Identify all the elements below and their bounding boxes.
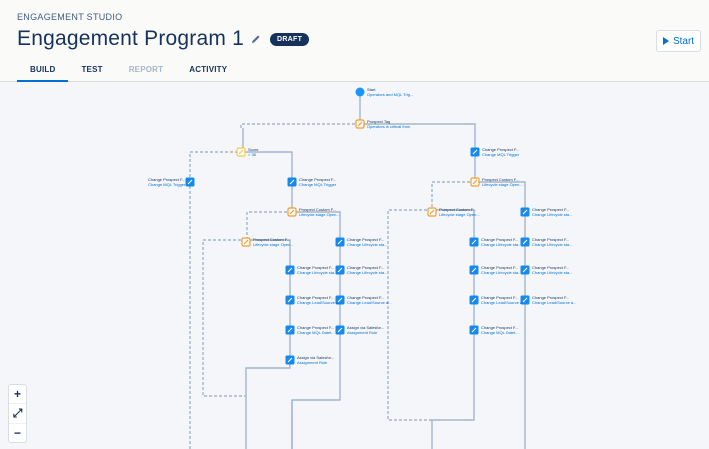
flow-node-subtitle: Lifecycle stage Open... [299, 212, 340, 217]
flow-node-subtitle: Change Lifecycle sta... [532, 212, 573, 217]
flow-node-label[interactable]: Change Prospect F... Change Lead/Source a… [297, 295, 341, 305]
flow-node-subtitle: > 38 [248, 152, 256, 157]
flow-node-subtitle: Change Lifecycle sta... [347, 242, 388, 247]
flow-node-label[interactable]: Change Prospect F... Change Lead/Source a… [347, 295, 391, 305]
tab-build[interactable]: BUILD [17, 62, 69, 82]
flow-node-subtitle: Change Lifecycle sta... [532, 242, 573, 247]
flow-node-subtitle: Change MQL Trigger [148, 182, 186, 187]
flow-node-label[interactable]: Change Prospect F... Change MQL Trigger [299, 177, 336, 187]
flow-node-label[interactable]: Assign via Salesfor... Assignment Rule [297, 355, 334, 365]
flow-node-subtitle: Lifecycle stage Open... [482, 182, 523, 187]
flow-node-subtitle: Change MQL Trigger [482, 152, 520, 157]
flow-node-label[interactable]: Change Prospect F... Change Lifecycle sta… [481, 237, 521, 247]
flow-node-label[interactable]: Change Prospect F... Change MQL Trigger [148, 177, 185, 187]
flow-node-label[interactable]: Assign via Salesfor... Assignment Rule [347, 325, 384, 335]
play-icon [662, 37, 669, 45]
flow-node-label[interactable]: Prospect Tag Operators is critical from [367, 119, 410, 129]
flow-node-label[interactable]: Change Prospect F... Change Lifecycle sta… [347, 237, 387, 247]
flow-node-label[interactable]: Change Prospect F... Change MQL Trigger [482, 147, 519, 157]
page-header: ENGAGEMENT STUDIO Engagement Program 1 D… [0, 0, 709, 82]
page-title: Engagement Program 1 [17, 27, 244, 50]
zoom-out-button[interactable]: − [9, 422, 26, 442]
flow-node-label[interactable]: Prospect Custom F... Lifecycle stage Open… [439, 207, 480, 217]
zoom-in-button[interactable]: + [9, 385, 26, 403]
zoom-controls: + ⤢ − [8, 384, 27, 443]
flow-node-label[interactable]: Prospect Custom F... Lifecycle stage Open… [299, 207, 340, 217]
flow-node-label[interactable]: Prospect Custom F... Lifecycle stage Open… [482, 177, 523, 187]
flow-node-label[interactable]: Change Prospect F... Change Lifecycle sta… [532, 265, 572, 275]
flow-node-subtitle: Change Lifecycle sta... [297, 270, 338, 275]
flow-node-subtitle: Operators is critical from [367, 124, 411, 129]
flow-node-subtitle: Operators and MQL Trig... [367, 92, 414, 97]
start-node-icon [355, 87, 365, 97]
flow-node-subtitle: Change MQL Trigger [299, 182, 337, 187]
start-button-label: Start [672, 35, 695, 47]
tab-bar: BUILD TEST REPORT ACTIVITY [17, 62, 240, 82]
status-badge: DRAFT [269, 32, 310, 46]
connector-line-dashed [202, 239, 246, 397]
flow-node-subtitle: Change MQL Datet... [481, 330, 519, 335]
flow-node-subtitle: Change Lifecycle sta... [481, 270, 522, 275]
flow-node-label[interactable]: Change Prospect F... Change MQL Datet... [481, 325, 519, 335]
connector-line-dashed [189, 151, 243, 180]
flow-node-label[interactable]: Change Prospect F... Change Lifecycle sta… [481, 265, 521, 275]
flow-node-label[interactable]: Change Prospect F... Change Lifecycle sta… [297, 265, 337, 275]
tab-activity[interactable]: ACTIVITY [176, 62, 240, 82]
fit-to-screen-button[interactable]: ⤢ [9, 403, 26, 422]
flow-node-subtitle: Change Lifecycle sta... [532, 270, 573, 275]
connector-line [431, 244, 475, 449]
flow-node-subtitle: Change Lead/Source a... [481, 300, 526, 305]
flow-node-subtitle: Change Lead/Source a... [532, 300, 577, 305]
start-button[interactable]: Start [656, 30, 701, 52]
flow-canvas[interactable]: Start Operators and MQL Trig... Prospect T… [0, 82, 709, 449]
flow-node-subtitle: Change Lead/Source a... [347, 300, 392, 305]
tab-report: REPORT [128, 65, 164, 74]
flow-node-label[interactable]: Change Prospect F... Change Lifecycle sta… [532, 237, 572, 247]
flow-node-label[interactable]: Prospect Custom F... Lifecycle stage Open… [253, 237, 294, 247]
connector-line [245, 272, 291, 449]
pencil-edit-icon[interactable] [251, 34, 262, 45]
tab-test[interactable]: TEST [68, 62, 115, 82]
flow-node-subtitle: Change Lifecycle sta... [347, 270, 388, 275]
flow-node-label[interactable]: Change Prospect F... Change Lead/Source a… [532, 295, 576, 305]
flow-node-subtitle: Lifecycle stage Open... [253, 242, 294, 247]
flow-node-label[interactable]: Change Prospect F... Change Lifecycle sta… [347, 265, 387, 275]
flow-node-subtitle: Change Lead/Source a... [297, 300, 342, 305]
flow-node-subtitle: Change MQL Datet... [297, 330, 335, 335]
flow-node-subtitle: Lifecycle stage Open... [439, 212, 480, 217]
flow-node-label[interactable]: Change Prospect F... Change Lead/Source a… [481, 295, 525, 305]
flow-node-label[interactable]: Score > 38 [248, 147, 258, 157]
app-eyebrow: ENGAGEMENT STUDIO [17, 12, 123, 22]
flow-node-subtitle: Assignment Rule [297, 360, 328, 365]
flow-node-subtitle: Assignment Rule [347, 330, 378, 335]
flow-node-label[interactable]: Start Operators and MQL Trig... [367, 87, 413, 97]
connector-line-dashed [431, 181, 475, 210]
title-row: Engagement Program 1 DRAFT [17, 26, 310, 52]
flow-node-label[interactable]: Change Prospect F... Change MQL Datet... [297, 325, 335, 335]
connector-line-dashed [387, 209, 432, 421]
connector-line-dashed [246, 211, 292, 240]
flow-node-label[interactable]: Change Prospect F... Change Lifecycle sta… [532, 207, 572, 217]
flow-node-subtitle: Change Lifecycle sta... [481, 242, 522, 247]
connector-line-dashed [240, 123, 360, 128]
